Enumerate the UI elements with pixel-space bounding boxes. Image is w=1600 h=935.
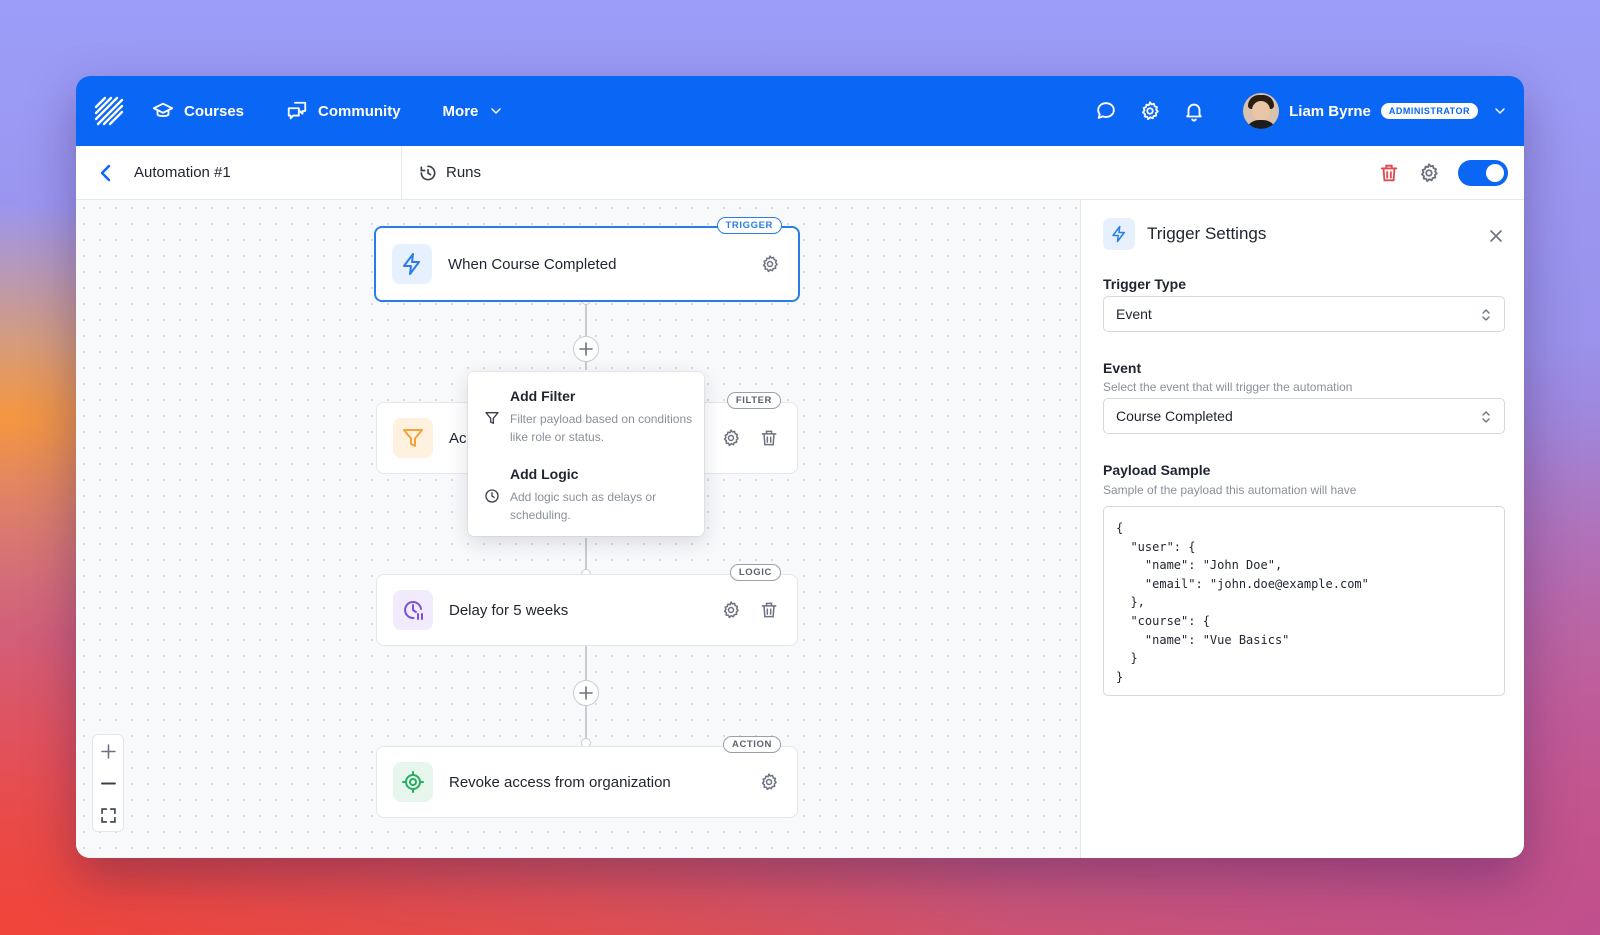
menu-item-description: Add logic such as delays or scheduling. [510,490,657,522]
sub-header-actions [1378,159,1508,186]
user-name[interactable]: Liam Byrne [1289,103,1371,120]
panel-title: Trigger Settings [1147,224,1267,243]
automation-title: Automation #1 [134,164,231,181]
sub-header: Automation #1 Runs [76,146,1524,200]
fullscreen-icon [100,807,116,823]
gear-icon[interactable] [1139,100,1161,122]
filter-icon [485,412,499,424]
zoom-controls [92,734,124,832]
payload-sample-hint: Sample of the payload this automation wi… [1103,483,1357,497]
node-title: Revoke access from organization [449,773,671,791]
trigger-node[interactable]: TRIGGER When Course Completed [374,217,800,302]
plus-icon [579,342,593,356]
runs-label: Runs [446,164,482,181]
nav-right: Liam Byrne ADMINISTRATOR [1073,76,1508,146]
graduation-cap-icon [152,102,174,117]
close-icon[interactable] [1488,228,1504,244]
event-label: Event [1103,360,1142,376]
gear-icon[interactable] [721,600,741,620]
automation-enabled-toggle[interactable] [1458,159,1508,186]
plus-icon [100,743,116,759]
event-hint: Select the event that will trigger the a… [1103,380,1353,394]
node-icon [393,762,433,802]
payload-sample-label: Payload Sample [1103,462,1211,478]
trigger-type-select[interactable]: Event [1103,296,1505,332]
nav-more[interactable]: More [443,103,505,120]
gear-icon[interactable] [721,428,741,448]
trash-icon[interactable] [759,600,779,620]
chat-bubbles-icon [287,101,307,120]
add-step-button[interactable] [573,680,599,706]
menu-item-title: Add Logic [510,466,579,482]
node-title: When Course Completed [448,255,617,273]
back-arrow-icon[interactable] [94,161,118,185]
filter-icon [403,429,423,447]
add-step-button[interactable] [573,336,599,362]
chevron-updown-icon [1482,309,1490,321]
event-value: Course Completed [1116,408,1233,424]
lightning-icon [403,253,420,275]
trash-icon[interactable] [1378,162,1400,184]
add-step-menu: Add Filter Filter payload based on condi… [468,372,704,536]
flow-canvas[interactable]: TRIGGER When Course Completed FILTER Ac … [76,200,1080,858]
panel-icon [1103,218,1135,250]
target-icon [402,771,424,793]
gear-icon[interactable] [1418,162,1440,184]
node-icon [393,590,433,630]
nav-community[interactable]: Community [286,100,401,122]
history-icon [420,165,436,180]
message-icon[interactable] [1095,100,1117,122]
gear-icon[interactable] [759,772,779,792]
trigger-settings-panel: Trigger Settings Trigger Type Event Even… [1080,200,1524,858]
bell-icon[interactable] [1183,100,1205,122]
nav-courses[interactable]: Courses [152,100,244,122]
clock-pause-icon [404,601,423,620]
fit-view-button[interactable] [93,799,123,831]
node-title: Delay for 5 weeks [449,601,569,619]
role-badge: ADMINISTRATOR [1380,103,1478,119]
trigger-type-value: Event [1116,306,1152,322]
nav-community-label: Community [318,102,401,120]
menu-item-add-logic[interactable]: Add Logic Add logic such as delays or sc… [484,466,694,524]
top-nav: Courses Community More Liam Byrne ADMINI… [76,76,1524,146]
chevron-updown-icon [1482,411,1490,423]
trash-icon[interactable] [759,428,779,448]
clock-icon [485,489,499,503]
node-title: Ac [449,429,467,447]
nav-courses-label: Courses [184,102,245,120]
chevron-down-icon [491,108,502,115]
logo-icon[interactable] [94,96,124,126]
avatar[interactable] [1243,93,1280,129]
zoom-in-button[interactable] [93,735,123,767]
menu-item-description: Filter payload based on conditions like … [510,412,693,444]
logic-node[interactable]: LOGIC Delay for 5 weeks [376,564,798,646]
lightning-icon [1112,225,1125,243]
nav-more-label: More [442,102,479,120]
divider [401,146,402,200]
trigger-type-label: Trigger Type [1103,276,1186,292]
plus-icon [579,686,593,700]
menu-item-add-filter[interactable]: Add Filter Filter payload based on condi… [484,388,694,446]
minus-icon [100,782,116,784]
zoom-out-button[interactable] [93,767,123,799]
runs-tab[interactable]: Runs [418,163,481,183]
gear-icon[interactable] [760,254,780,274]
node-icon [392,244,432,284]
event-select[interactable]: Course Completed [1103,398,1505,434]
chevron-down-icon[interactable] [1492,103,1508,119]
app-window: Courses Community More Liam Byrne ADMINI… [76,76,1524,858]
node-icon [393,418,433,458]
menu-item-title: Add Filter [510,388,576,404]
payload-sample-code[interactable]: { "user": { "name": "John Doe", "email":… [1103,506,1505,696]
action-node[interactable]: ACTION Revoke access from organization [376,736,798,818]
